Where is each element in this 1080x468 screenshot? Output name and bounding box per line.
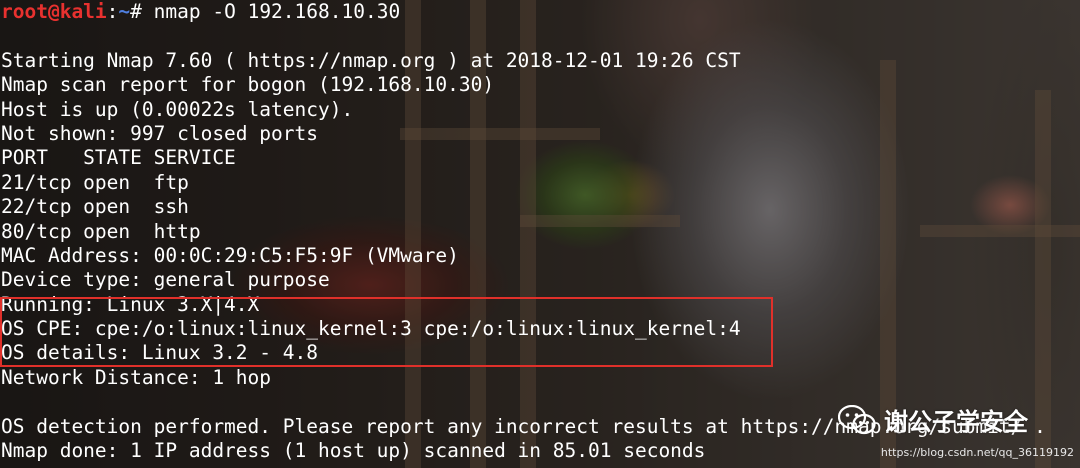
terminal-screenshot: root@kali:~# nmap -O 192.168.10.30 Starti… — [0, 0, 1080, 468]
output-line-starting: Starting Nmap 7.60 ( https://nmap.org ) … — [1, 48, 741, 72]
output-line-port-header: PORT STATE SERVICE — [1, 146, 236, 170]
output-line-scan-report: Nmap scan report for bogon (192.168.10.3… — [1, 73, 495, 97]
output-line-host-up: Host is up (0.00022s latency). — [1, 97, 354, 121]
output-line-port-21: 21/tcp open ftp — [1, 170, 189, 194]
terminal-output[interactable]: root@kali:~# nmap -O 192.168.10.30 Starti… — [1, 0, 1046, 463]
wechat-icon — [838, 404, 876, 434]
output-line-device-type: Device type: general purpose — [1, 268, 330, 292]
watermark: 谢公子学安全 — [838, 402, 1028, 437]
prompt-line: root@kali:~# nmap -O 192.168.10.30 — [1, 0, 1046, 24]
watermark-text: 谢公子学安全 — [884, 408, 1028, 436]
output-line-port-22: 22/tcp open ssh — [1, 195, 189, 219]
prompt-path: ~ — [118, 0, 131, 23]
prompt-user-host: root@kali — [1, 0, 107, 23]
output-line-not-shown: Not shown: 997 closed ports — [1, 121, 318, 145]
output-line-port-80: 80/tcp open http — [1, 219, 201, 243]
prompt-separator: : — [106, 0, 119, 23]
output-line-network-distance: Network Distance: 1 hop — [1, 365, 272, 389]
source-url: https://blog.csdn.net/qq_36119192 — [880, 446, 1074, 459]
output-line-mac: MAC Address: 00:0C:29:C5:F5:9F (VMware) — [1, 243, 459, 267]
os-info-highlight-box — [0, 297, 773, 367]
prompt-symbol: # — [130, 0, 142, 23]
command-text: nmap -O 192.168.10.30 — [141, 0, 401, 23]
